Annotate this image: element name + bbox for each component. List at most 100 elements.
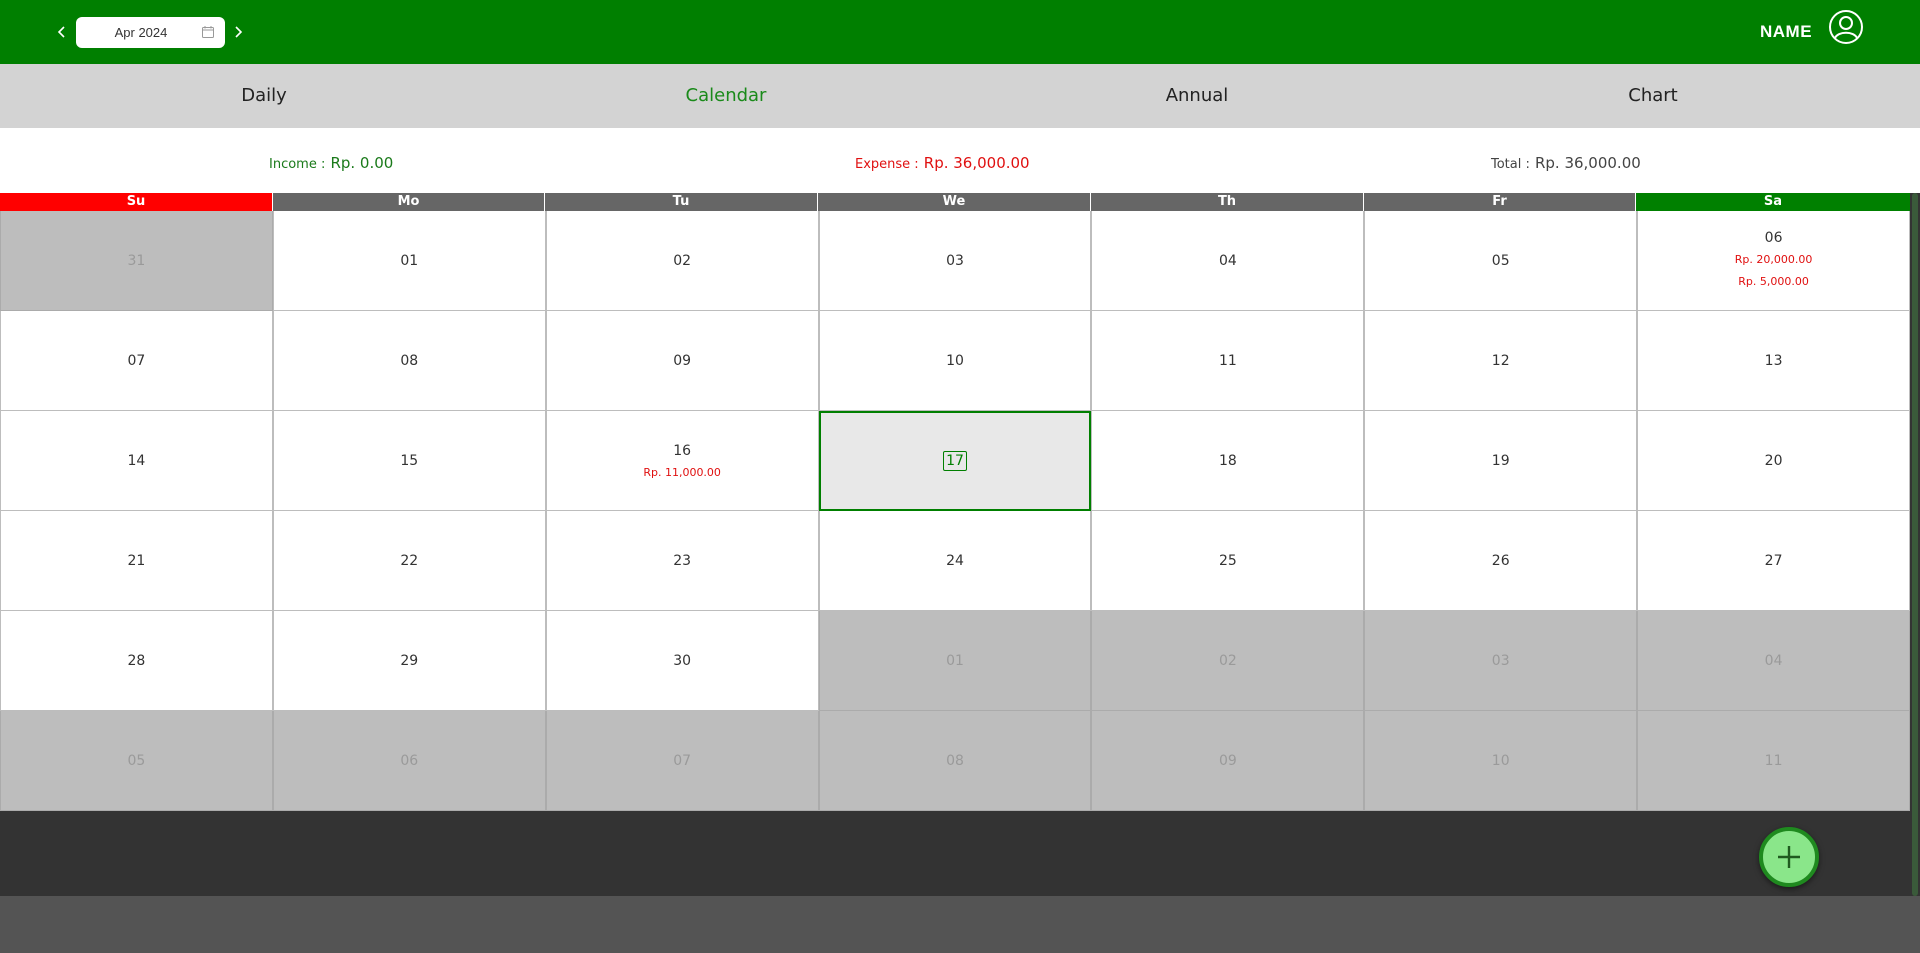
calendar-day-cell[interactable]: 17 (818, 411, 1092, 511)
income-summary: Income : Rp. 0.00 (269, 152, 393, 174)
day-number: 28 (127, 652, 146, 669)
weekday-tuesday: Tu (545, 193, 818, 211)
calendar-day-cell[interactable]: 28 (0, 611, 273, 711)
total-value: Rp. 36,000.00 (1534, 154, 1641, 172)
calendar-day-cell[interactable]: 05 (1364, 211, 1638, 311)
calendar-day-cell[interactable]: 06 Rp. 20,000.00 Rp. 5,000.00 (1637, 211, 1910, 311)
calendar-day-cell[interactable]: 31 (0, 211, 273, 311)
day-number: 21 (127, 552, 146, 569)
calendar-day-cell[interactable]: 08 (272, 311, 546, 411)
income-label: Income : (269, 157, 326, 172)
day-number: 20 (1764, 452, 1783, 469)
calendar-day-cell[interactable]: 18 (1091, 411, 1365, 511)
day-number: 15 (400, 452, 419, 469)
month-picker[interactable]: Apr 2024 (76, 17, 225, 48)
calendar-day-cell[interactable]: 25 (1091, 511, 1365, 611)
day-number: 10 (1491, 752, 1510, 769)
calendar-day-cell[interactable]: 20 (1637, 411, 1910, 511)
day-number: 22 (400, 552, 419, 569)
weekday-wednesday: We (818, 193, 1091, 211)
calendar-day-cell[interactable]: 11 (1637, 711, 1910, 811)
calendar-day-cell[interactable]: 16 Rp. 11,000.00 (545, 411, 819, 511)
view-tabs: Daily Calendar Annual Chart (0, 64, 1920, 128)
calendar-day-cell[interactable]: 02 (545, 211, 819, 311)
day-number: 02 (1218, 652, 1237, 669)
weekday-friday: Fr (1364, 193, 1636, 211)
day-number: 07 (127, 352, 146, 369)
calendar-day-cell[interactable]: 14 (0, 411, 273, 511)
calendar-day-cell[interactable]: 01 (272, 211, 546, 311)
top-bar: Apr 2024 NAME (0, 0, 1920, 64)
calendar-day-cell[interactable]: 08 (818, 711, 1092, 811)
calendar-day-cell[interactable]: 24 (818, 511, 1092, 611)
day-number: 14 (127, 452, 146, 469)
day-number: 11 (1764, 752, 1783, 769)
calendar-day-cell[interactable]: 12 (1364, 311, 1638, 411)
calendar-day-cell[interactable]: 13 (1637, 311, 1910, 411)
day-number: 07 (673, 752, 692, 769)
day-number: 09 (1218, 752, 1237, 769)
day-number: 17 (943, 451, 967, 471)
day-number: 08 (400, 352, 419, 369)
calendar-day-cell[interactable]: 29 (272, 611, 546, 711)
day-number: 12 (1491, 352, 1510, 369)
day-number: 01 (946, 652, 964, 669)
weekday-sunday: Su (0, 193, 273, 211)
calendar-day-cell[interactable]: 06 (272, 711, 546, 811)
calendar-day-cell[interactable]: 11 (1091, 311, 1365, 411)
add-transaction-button[interactable] (1759, 827, 1819, 887)
day-number: 24 (946, 552, 964, 569)
user-name[interactable]: NAME (1760, 22, 1812, 42)
calendar-day-cell[interactable]: 27 (1637, 511, 1910, 611)
total-summary: Total : Rp. 36,000.00 (1491, 152, 1641, 174)
day-number: 18 (1218, 452, 1237, 469)
calendar-day-cell[interactable]: 21 (0, 511, 273, 611)
user-circle-icon[interactable] (1828, 9, 1864, 45)
day-number: 11 (1218, 352, 1237, 369)
weekday-thursday: Th (1091, 193, 1364, 211)
calendar-icon[interactable] (202, 26, 214, 38)
day-number: 29 (400, 652, 419, 669)
calendar-day-cell[interactable]: 02 (1091, 611, 1365, 711)
expense-label: Expense : (855, 157, 919, 172)
day-expense-amount: Rp. 20,000.00 (1734, 253, 1813, 266)
month-calendar: Su Mo Tu We Th Fr Sa 31 01 02 03 04 05 06 Rp. 2… (0, 193, 1910, 811)
calendar-day-cell[interactable]: 10 (1364, 711, 1638, 811)
calendar-day-cell[interactable]: 07 (0, 311, 273, 411)
tab-daily[interactable]: Daily (164, 64, 364, 128)
chevron-left-icon (57, 26, 65, 38)
calendar-grid: 31 01 02 03 04 05 06 Rp. 20,000.00 Rp. 5,000.00 0… (0, 211, 1910, 811)
calendar-day-cell[interactable]: 05 (0, 711, 273, 811)
calendar-day-cell[interactable]: 01 (818, 611, 1092, 711)
summary-bar: Income : Rp. 0.00 Expense : Rp. 36,000.0… (0, 128, 1920, 193)
calendar-day-cell[interactable]: 15 (272, 411, 546, 511)
calendar-day-cell[interactable]: 23 (545, 511, 819, 611)
footer-area (0, 811, 1910, 896)
scrollbar-thumb[interactable] (1912, 193, 1918, 896)
tab-calendar[interactable]: Calendar (626, 64, 826, 128)
tab-chart[interactable]: Chart (1553, 64, 1753, 128)
prev-month-button[interactable] (52, 18, 72, 46)
calendar-day-cell[interactable]: 19 (1364, 411, 1638, 511)
tab-annual[interactable]: Annual (1097, 64, 1297, 128)
calendar-day-cell[interactable]: 03 (1364, 611, 1638, 711)
day-number: 01 (400, 252, 419, 269)
weekday-monday: Mo (273, 193, 545, 211)
calendar-day-cell[interactable]: 30 (545, 611, 819, 711)
expense-value: Rp. 36,000.00 (923, 154, 1030, 172)
day-number: 03 (946, 252, 964, 269)
chevron-right-icon (235, 26, 243, 38)
calendar-day-cell[interactable]: 09 (1091, 711, 1365, 811)
calendar-day-cell[interactable]: 04 (1091, 211, 1365, 311)
calendar-day-cell[interactable]: 26 (1364, 511, 1638, 611)
next-month-button[interactable] (228, 18, 248, 46)
income-value: Rp. 0.00 (330, 154, 394, 172)
calendar-day-cell[interactable]: 03 (818, 211, 1092, 311)
calendar-day-cell[interactable]: 04 (1637, 611, 1910, 711)
expense-summary: Expense : Rp. 36,000.00 (855, 152, 1030, 174)
calendar-day-cell[interactable]: 09 (545, 311, 819, 411)
calendar-day-cell[interactable]: 10 (818, 311, 1092, 411)
day-number: 03 (1491, 652, 1510, 669)
calendar-day-cell[interactable]: 22 (272, 511, 546, 611)
calendar-day-cell[interactable]: 07 (545, 711, 819, 811)
